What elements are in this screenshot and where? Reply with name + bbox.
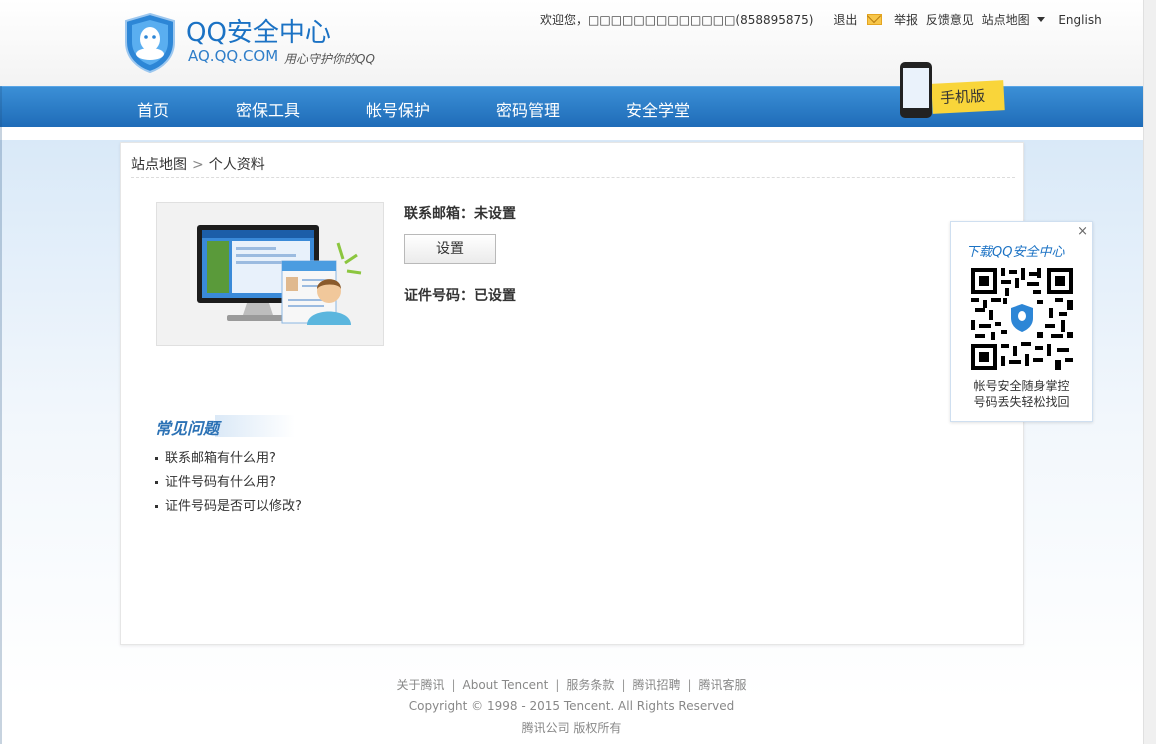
faq-title: 常见问题 — [155, 415, 295, 438]
bullet-icon — [155, 505, 158, 508]
logo[interactable]: QQ安全中心 AQ.QQ.COM 用心守护你的QQ — [122, 10, 402, 76]
logo-title: QQ安全中心 — [186, 18, 331, 48]
close-icon[interactable]: × — [1077, 224, 1088, 240]
faq-item-label: 证件号码有什么用? — [165, 475, 276, 490]
qr-code-icon[interactable] — [971, 268, 1073, 370]
email-label: 联系邮箱： — [404, 206, 474, 222]
footer: 关于腾讯 | About Tencent | 服务条款 | 腾讯招聘 | 腾讯客服 Copyri… — [0, 676, 1143, 736]
sitemap-dropdown[interactable]: 站点地图 — [982, 11, 1030, 28]
nav-home[interactable]: 首页 — [137, 97, 169, 121]
faq-item-id-use[interactable]: 证件号码有什么用? — [155, 471, 276, 490]
breadcrumb-sitemap[interactable]: 站点地图 — [131, 157, 187, 173]
account-name: □□□□□□□□□□□□□(858895875) — [588, 12, 814, 27]
footer-separator: | — [621, 678, 626, 692]
footer-separator: | — [555, 678, 560, 692]
id-number-status: 证件号码：已设置 — [404, 285, 516, 305]
qr-download-popup: × 下载QQ安全中心 帐号安全随身掌控 号码丢失轻松找回 — [950, 221, 1093, 422]
footer-separator: | — [451, 678, 456, 692]
caret-down-icon[interactable] — [1036, 17, 1045, 22]
shield-logo-icon — [125, 12, 175, 74]
bullet-icon — [155, 457, 158, 460]
qr-caption-line2: 号码丢失轻松找回 — [973, 395, 1070, 409]
email-value: 未设置 — [474, 206, 516, 222]
divider — [131, 177, 1015, 178]
footer-owner: 腾讯公司 版权所有 — [521, 721, 622, 735]
page-scrollbar[interactable] — [1143, 0, 1156, 744]
qr-title: 下载QQ安全中心 — [966, 245, 1065, 260]
faq-item-label: 证件号码是否可以修改? — [165, 499, 302, 514]
nav-security-tools[interactable]: 密保工具 — [236, 97, 300, 121]
footer-link-support[interactable]: 腾讯客服 — [699, 678, 747, 692]
report-link[interactable]: 举报 — [894, 11, 918, 28]
profile-card: 站点地图 > 个人资料 联系邮箱：未设置 设置 证件号码：已设置 常见问题 联系… — [120, 142, 1024, 645]
bullet-icon — [155, 481, 158, 484]
left-edge — [0, 86, 2, 744]
id-value: 已设置 — [474, 288, 516, 304]
english-link[interactable]: English — [1058, 13, 1101, 27]
footer-copyright: Copyright © 1998 - 2015 Tencent. All Rig… — [408, 699, 735, 713]
footer-link-about-en[interactable]: About Tencent — [463, 678, 549, 692]
nav-password-management[interactable]: 密码管理 — [496, 97, 560, 121]
logo-slogan: 用心守护你的QQ — [284, 52, 375, 66]
logout-link[interactable]: 退出 — [833, 11, 857, 28]
footer-link-about[interactable]: 关于腾讯 — [396, 678, 444, 692]
phone-icon — [900, 62, 932, 118]
faq-item-label: 联系邮箱有什么用? — [165, 451, 276, 466]
footer-separator: | — [687, 678, 692, 692]
mobile-version-badge[interactable]: 手机版 — [882, 60, 1012, 122]
faq-item-id-modify[interactable]: 证件号码是否可以修改? — [155, 495, 302, 514]
profile-illustration — [156, 202, 384, 346]
mail-icon[interactable] — [867, 14, 883, 25]
id-label: 证件号码： — [404, 288, 474, 304]
computer-profile-icon — [197, 225, 362, 325]
nav-security-school[interactable]: 安全学堂 — [626, 97, 690, 121]
feedback-link[interactable]: 反馈意见 — [926, 11, 974, 28]
logo-domain: AQ.QQ.COM — [188, 47, 279, 65]
faq-item-email-use[interactable]: 联系邮箱有什么用? — [155, 447, 276, 466]
welcome-text: 欢迎您， — [540, 13, 589, 27]
top-links: 欢迎您，□□□□□□□□□□□□□(858895875) 退出 举报 反馈意见 … — [540, 11, 1102, 28]
footer-links: 关于腾讯 | About Tencent | 服务条款 | 腾讯招聘 | 腾讯客服 — [0, 676, 1143, 693]
email-status: 联系邮箱：未设置 — [404, 203, 516, 223]
mobile-version-label: 手机版 — [939, 86, 986, 108]
qr-caption-line1: 帐号安全随身掌控 — [973, 379, 1070, 393]
breadcrumb: 站点地图 > 个人资料 — [131, 154, 265, 174]
footer-link-terms[interactable]: 服务条款 — [566, 678, 614, 692]
breadcrumb-current: 个人资料 — [208, 157, 265, 173]
nav-account-protection[interactable]: 帐号保护 — [366, 97, 430, 121]
breadcrumb-separator: > — [192, 157, 204, 173]
set-email-button[interactable]: 设置 — [404, 234, 496, 264]
footer-link-careers[interactable]: 腾讯招聘 — [632, 678, 680, 692]
